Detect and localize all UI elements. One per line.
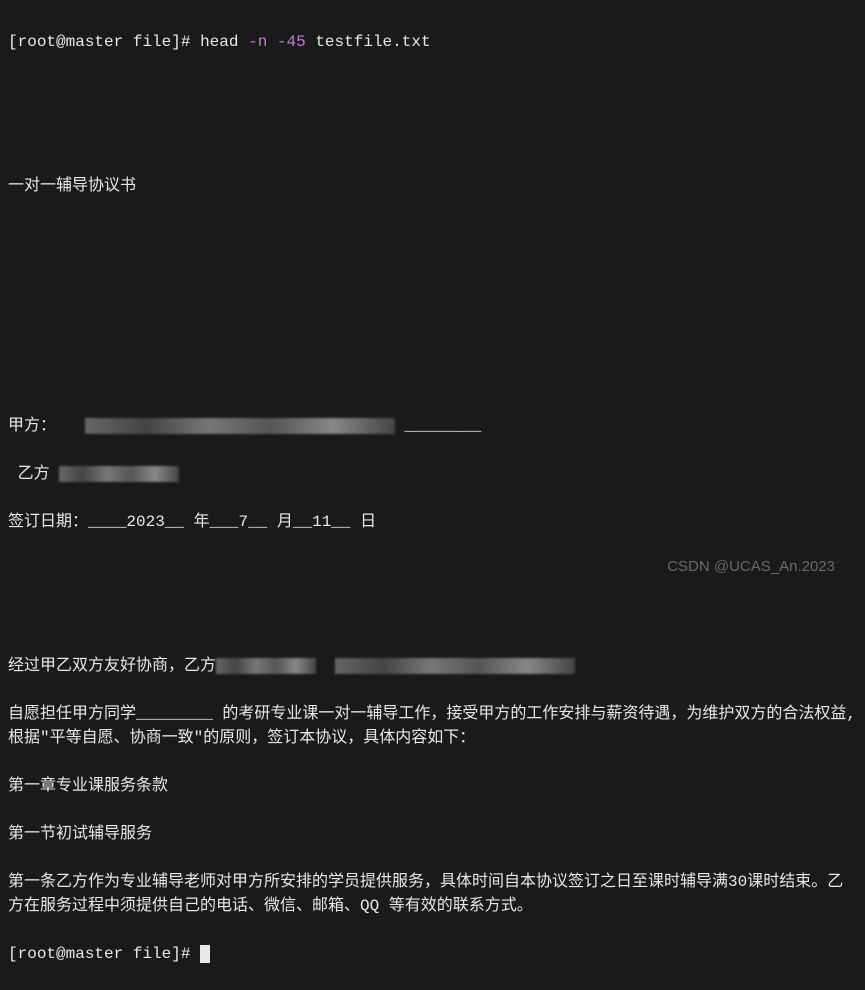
- blank-line: [8, 270, 857, 294]
- jiafang-line: 甲方： ________: [8, 414, 857, 438]
- date-month: ___7__: [210, 513, 268, 531]
- blank-line: [8, 78, 857, 102]
- command-name: head: [200, 33, 238, 51]
- command-line: [root@master file]# head -n -45 testfile…: [8, 30, 857, 54]
- terminal-output: [root@master file]# head -n -45 testfile…: [8, 6, 857, 990]
- section1-text: 第一节初试辅导服务: [8, 822, 857, 846]
- prompt-open-bracket: [: [8, 33, 18, 51]
- jiafang-suffix: ________: [404, 417, 481, 435]
- prompt-user: root: [18, 945, 56, 963]
- date-year-unit: 年: [194, 513, 210, 531]
- date-label: 签订日期：: [8, 513, 88, 531]
- redacted-content: [85, 418, 395, 434]
- article1-text: 第一条乙方作为专业辅导老师对甲方所安排的学员提供服务，具体时间自本协议签订之日至…: [8, 870, 857, 918]
- prompt-symbol: #: [181, 945, 191, 963]
- command-option-value: -45: [277, 33, 306, 51]
- command-arg-file: testfile.txt: [315, 33, 430, 51]
- redacted-content: [335, 658, 575, 674]
- blank-line: [8, 318, 857, 342]
- prompt-symbol: #: [181, 33, 191, 51]
- prompt-user: root: [18, 33, 56, 51]
- redacted-content: [216, 658, 316, 674]
- prompt-dir: file: [133, 945, 171, 963]
- blank-line: [8, 126, 857, 150]
- jiafang-label: 甲方：: [8, 417, 56, 435]
- chapter1-text: 第一章专业课服务条款: [8, 774, 857, 798]
- yifang-label: 乙方: [8, 465, 59, 483]
- cursor[interactable]: [200, 945, 210, 963]
- yifang-line: 乙方: [8, 462, 857, 486]
- watermark: CSDN @UCAS_An.2023: [667, 556, 835, 579]
- date-day: __11__: [293, 513, 351, 531]
- date-month-unit: 月: [277, 513, 293, 531]
- prompt-dir: file: [133, 33, 171, 51]
- prompt-close-bracket: ]: [171, 945, 181, 963]
- prompt-close-bracket: ]: [171, 33, 181, 51]
- para2-text: 自愿担任甲方同学________ 的考研专业课一对一辅导工作，接受甲方的工作安排…: [8, 702, 857, 750]
- prompt-host: master: [66, 945, 124, 963]
- prompt-at: @: [56, 945, 66, 963]
- command-option-n: -n: [248, 33, 267, 51]
- date-line: 签订日期：____2023__ 年___7__ 月__11__ 日: [8, 510, 857, 534]
- para1-prefix: 经过甲乙双方友好协商，乙方: [8, 657, 216, 675]
- prompt-open-bracket: [: [8, 945, 18, 963]
- blank-line: [8, 606, 857, 630]
- date-year: ____2023__: [88, 513, 184, 531]
- redacted-content: [59, 466, 179, 482]
- doc-title: 一对一辅导协议书: [8, 174, 857, 198]
- blank-line: [8, 366, 857, 390]
- prompt-host: master: [66, 33, 124, 51]
- prompt-at: @: [56, 33, 66, 51]
- prompt-line-2[interactable]: [root@master file]#: [8, 942, 857, 966]
- date-day-unit: 日: [351, 513, 377, 531]
- blank-line: [8, 222, 857, 246]
- para1-line: 经过甲乙双方友好协商，乙方: [8, 654, 857, 678]
